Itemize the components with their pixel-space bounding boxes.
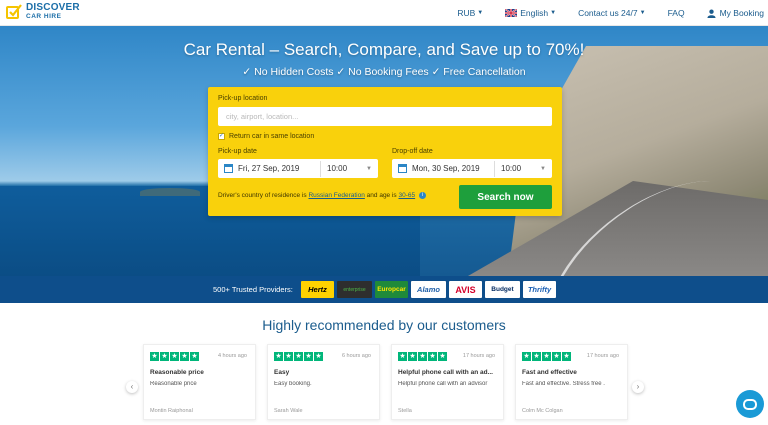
review-time: 4 hours ago — [217, 353, 247, 359]
chevron-down-icon: ▼ — [477, 10, 484, 16]
provider-logo-enterprise: enterprise — [337, 281, 372, 298]
rating-stars: ★ ★ ★ ★ ★ — [150, 352, 199, 361]
pickup-location-label: Pick-up location — [218, 95, 268, 102]
language-selector[interactable]: English ▼ — [505, 8, 556, 18]
dropoff-date-value: Mon, 30 Sep, 2019 — [412, 164, 480, 173]
pickup-date-value: Fri, 27 Sep, 2019 — [238, 164, 300, 173]
age-link[interactable]: 30-65 — [398, 192, 415, 199]
review-card[interactable]: ★ ★ ★ ★ ★ 17 hours ago Fast and effective Fa… — [515, 344, 628, 420]
residence-line: Driver's country of residence is Russian… — [218, 192, 426, 199]
return-same-label: Return car in same location — [229, 133, 315, 140]
search-now-button[interactable]: Search now — [459, 185, 552, 209]
review-time: 6 hours ago — [341, 353, 371, 359]
chevron-down-icon: ▼ — [550, 10, 557, 16]
rating-stars: ★ ★ ★ ★ ★ — [274, 352, 323, 361]
residence-prefix: Driver's country of residence is — [218, 192, 307, 200]
review-card[interactable]: ★ ★ ★ ★ ★ 4 hours ago Reasonable price Reaso… — [143, 344, 256, 420]
chevron-down-icon: ▼ — [366, 165, 372, 172]
live-chat-button[interactable] — [736, 390, 764, 418]
pickup-time-value: 10:00 — [327, 164, 348, 173]
review-author: Sarah Wale — [274, 408, 303, 414]
pickup-location-placeholder: city, airport, location... — [226, 112, 299, 121]
return-same-checkbox[interactable]: ✓ — [218, 133, 225, 140]
pickup-date-label: Pick-up date — [218, 148, 257, 155]
my-booking-label: My Booking — [719, 8, 764, 18]
chevron-down-icon: ▼ — [540, 165, 546, 172]
review-author: Montin Raiphonal — [150, 408, 193, 414]
dropoff-time-select[interactable]: 10:00 ▼ — [495, 164, 552, 173]
provider-logo-budget: Budget — [485, 281, 520, 298]
hero-subtitle: ✓ No Hidden Costs ✓ No Booking Fees ✓ Fr… — [242, 66, 526, 78]
provider-logo-thrifty: Thrifty — [523, 281, 556, 298]
review-time: 17 hours ago — [586, 353, 619, 359]
provider-logo-alamo: Alamo — [411, 281, 446, 298]
currency-label: RUB — [457, 8, 476, 18]
review-title: Easy — [274, 369, 290, 376]
contact-menu[interactable]: Contact us 24/7 ▼ — [578, 8, 646, 18]
my-booking-link[interactable]: My Booking — [707, 8, 764, 18]
dropoff-date-input[interactable]: Mon, 30 Sep, 2019 — [392, 164, 494, 173]
chat-bubble-icon — [743, 398, 757, 410]
provider-logo-europcar: Europcar — [375, 281, 408, 298]
provider-logo-avis: AVIS — [449, 281, 482, 298]
rating-stars: ★ ★ ★ ★ ★ — [398, 352, 447, 361]
providers-strip: 500+ Trusted Providers: Hertz enterprise… — [0, 276, 768, 303]
dropoff-datetime-field: Mon, 30 Sep, 2019 10:00 ▼ — [392, 159, 552, 178]
review-author: Stella — [398, 408, 412, 414]
pickup-time-select[interactable]: 10:00 ▼ — [321, 164, 378, 173]
calendar-icon — [224, 164, 233, 173]
review-body: Helpful phone call with an advisor — [398, 381, 488, 387]
logo[interactable]: DISCOVER CAR HIRE — [6, 3, 80, 21]
review-time: 17 hours ago — [462, 353, 495, 359]
user-icon — [707, 9, 716, 18]
pickup-datetime-field: Fri, 27 Sep, 2019 10:00 ▼ — [218, 159, 378, 178]
search-form: Pick-up location city, airport, location… — [208, 87, 562, 216]
pickup-location-input[interactable]: city, airport, location... — [218, 107, 552, 126]
logo-line2: CAR HIRE — [26, 13, 62, 20]
hero-banner: Car Rental – Search, Compare, and Save u… — [0, 26, 768, 276]
dropoff-time-value: 10:00 — [501, 164, 522, 173]
review-body: Reasonable price — [150, 381, 197, 387]
review-body: Fast and effective. Stress free . — [522, 381, 605, 387]
review-body: Easy booking. — [274, 381, 312, 387]
reviews-title: Highly recommended by our customers — [262, 317, 506, 333]
faq-label: FAQ — [667, 8, 685, 18]
pickup-date-input[interactable]: Fri, 27 Sep, 2019 — [218, 164, 320, 173]
providers-label: 500+ Trusted Providers: — [213, 285, 293, 294]
review-title: Helpful phone call with an ad... — [398, 369, 493, 376]
dropoff-date-label: Drop-off date — [392, 148, 433, 155]
uk-flag-icon — [505, 9, 518, 17]
hero-title: Car Rental – Search, Compare, and Save u… — [183, 40, 585, 59]
review-title: Fast and effective — [522, 369, 577, 376]
logo-line1: DISCOVER — [26, 2, 80, 13]
language-label: English — [520, 8, 549, 18]
currency-selector[interactable]: RUB ▼ — [457, 8, 483, 18]
review-card[interactable]: ★ ★ ★ ★ ★ 6 hours ago Easy Easy booking. Sar… — [267, 344, 380, 420]
carousel-next-button[interactable]: › — [632, 381, 644, 393]
logo-check-icon — [6, 4, 22, 20]
review-card[interactable]: ★ ★ ★ ★ ★ 17 hours ago Helpful phone call wi… — [391, 344, 504, 420]
rating-stars: ★ ★ ★ ★ ★ — [522, 352, 571, 361]
chevron-down-icon: ▼ — [639, 10, 646, 16]
provider-logo-hertz: Hertz — [301, 281, 334, 298]
country-link[interactable]: Russian Federation — [308, 192, 364, 199]
faq-link[interactable]: FAQ — [668, 8, 685, 18]
top-navbar: DISCOVER CAR HIRE RUB ▼ English ▼ Contac… — [0, 0, 768, 26]
review-title: Reasonable price — [150, 369, 204, 376]
review-author: Colm Mc Colgan — [522, 408, 563, 414]
info-icon[interactable]: i — [418, 192, 426, 199]
contact-label: Contact us 24/7 — [578, 8, 638, 18]
age-prefix: and age is — [366, 192, 397, 200]
calendar-icon — [398, 164, 407, 173]
hero-island — [140, 188, 200, 196]
carousel-prev-button[interactable]: ‹ — [126, 381, 138, 393]
